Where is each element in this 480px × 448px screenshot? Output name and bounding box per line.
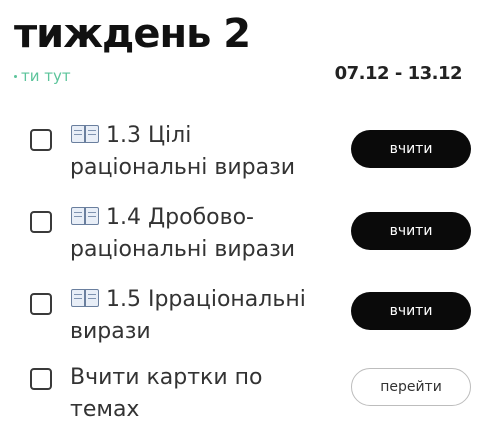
- learn-button[interactable]: вчити: [351, 292, 471, 330]
- task-label: 1.3 Цілі раціональні вирази: [70, 120, 342, 184]
- task-title-line1: 1.3 Цілі: [106, 123, 192, 148]
- learn-button[interactable]: вчити: [351, 130, 471, 168]
- task-label: 1.4 Дробово- раціональні вирази: [70, 202, 342, 266]
- task-checkbox[interactable]: [30, 129, 52, 151]
- task-title-line1: 1.4 Дробово-: [106, 205, 254, 230]
- task-checkbox[interactable]: [30, 368, 52, 390]
- you-are-here-indicator: ти тут: [14, 66, 71, 86]
- task-title-line2: темах: [70, 397, 140, 422]
- date-range: 07.12 - 13.12: [334, 63, 463, 84]
- go-button[interactable]: перейти: [351, 368, 471, 406]
- task-title-line2: вирази: [70, 319, 151, 344]
- open-book-icon: [70, 123, 100, 145]
- learn-button[interactable]: вчити: [351, 212, 471, 250]
- task-label: 1.5 Ірраціональні вирази: [70, 284, 342, 348]
- task-title-line2: раціональні вирази: [70, 237, 296, 262]
- open-book-icon: [70, 205, 100, 227]
- you-are-here-label: ти тут: [21, 67, 71, 85]
- task-title-line1: Вчити картки по: [70, 365, 263, 390]
- task-label: Вчити картки по темах: [70, 362, 342, 426]
- week-title: тиждень 2: [14, 11, 251, 57]
- open-book-icon: [70, 287, 100, 309]
- task-checkbox[interactable]: [30, 211, 52, 233]
- task-title-line2: раціональні вирази: [70, 155, 296, 180]
- here-dot-icon: [14, 74, 17, 78]
- task-checkbox[interactable]: [30, 293, 52, 315]
- task-title-line1: 1.5 Ірраціональні: [106, 287, 306, 312]
